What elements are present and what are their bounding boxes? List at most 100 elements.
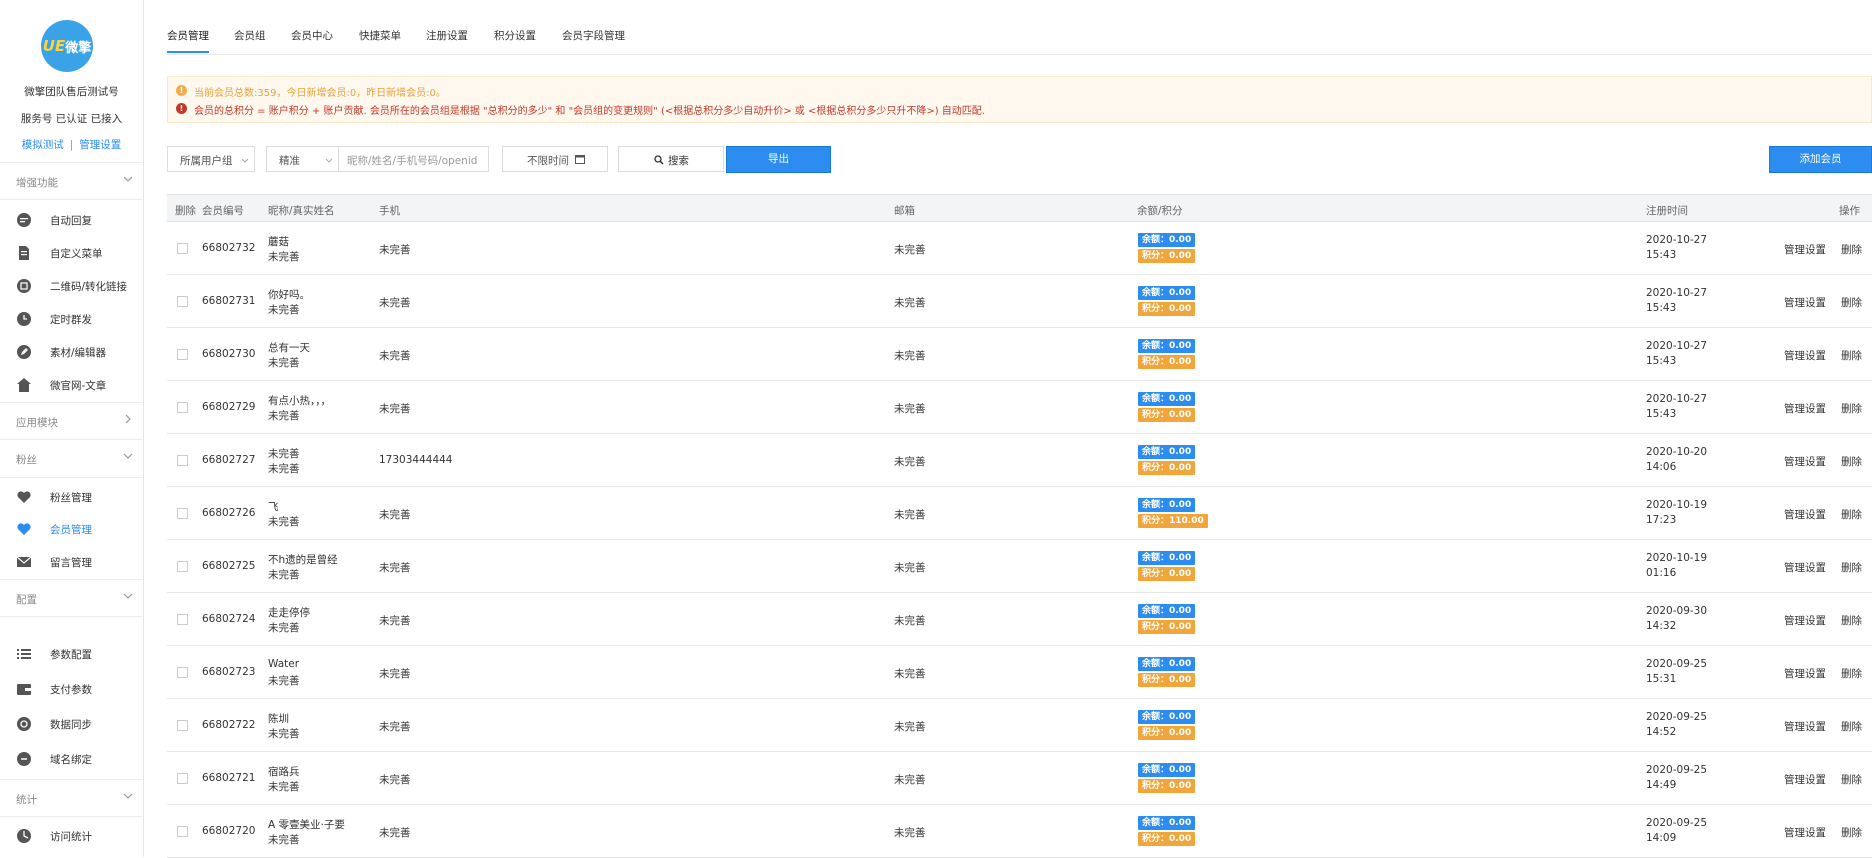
row-checkbox[interactable] (177, 296, 188, 307)
delete-link[interactable]: 删除 (1841, 401, 1862, 416)
delete-link[interactable]: 删除 (1841, 825, 1862, 840)
credit-badge: 积分：0.00 (1138, 779, 1196, 793)
tab-member-group[interactable]: 会员组 (234, 28, 266, 43)
row-checkbox[interactable] (177, 349, 188, 360)
member-uid: 66802720 (202, 825, 256, 837)
delete-link[interactable]: 删除 (1841, 454, 1862, 469)
row-checkbox[interactable] (177, 402, 188, 413)
member-phone: 未完善 (379, 774, 411, 786)
row-checkbox[interactable] (177, 614, 188, 625)
balance-badge: 余额：0.00 (1138, 339, 1196, 353)
search-button[interactable]: 搜索 (618, 146, 724, 172)
row-checkbox[interactable] (177, 561, 188, 572)
balance-badge: 余额：0.00 (1138, 551, 1196, 565)
delete-link[interactable]: 删除 (1841, 772, 1862, 787)
sidebar-item-qrcode[interactable]: 二维码/转化链接 (0, 270, 143, 302)
sidebar-item-visit-stats[interactable]: 访问统计 (0, 820, 143, 852)
wallet-icon (17, 684, 31, 695)
mail-icon (16, 556, 32, 567)
delete-link[interactable]: 删除 (1841, 613, 1862, 628)
add-member-button[interactable]: 添加会员 (1769, 146, 1872, 173)
member-email: 未完善 (894, 721, 926, 733)
tab-member-fields[interactable]: 会员字段管理 (562, 28, 625, 43)
manage-settings-link[interactable]: 管理设置 (1784, 348, 1826, 363)
group-select[interactable]: 所属用户组 (167, 146, 255, 172)
filter-select[interactable]: 精准 (266, 146, 339, 172)
delete-link[interactable]: 删除 (1841, 507, 1862, 522)
member-nickname: 蘑菇 (268, 236, 289, 248)
member-email: 未完善 (894, 350, 926, 362)
manage-settings-link[interactable]: 管理设置 (1784, 242, 1826, 257)
manage-settings-link[interactable]: 管理设置 (1784, 666, 1826, 681)
row-checkbox[interactable] (177, 773, 188, 784)
sidebar-item-materials[interactable]: 素材/编辑器 (0, 336, 143, 368)
balance-badge: 余额：0.00 (1138, 445, 1196, 459)
credit-badge: 积分：110.00 (1138, 514, 1208, 528)
sidebar-item-sync[interactable]: 数据同步 (0, 708, 143, 740)
manage-settings-link[interactable]: 管理设置 (1784, 454, 1826, 469)
row-checkbox[interactable] (177, 826, 188, 837)
sidebar-item-custom-menu[interactable]: 自定义菜单 (0, 237, 143, 269)
manage-settings-link[interactable]: 管理设置 (1784, 772, 1826, 787)
row-checkbox[interactable] (177, 243, 188, 254)
manage-settings-link[interactable]: 管理设置 (1784, 295, 1826, 310)
sidebar-item-payment[interactable]: 支付参数 (0, 673, 143, 705)
delete-link[interactable]: 删除 (1841, 295, 1862, 310)
tab-quick-menu[interactable]: 快捷菜单 (359, 28, 401, 43)
member-uid: 66802732 (202, 242, 256, 254)
member-nickname: 宿路兵 (268, 766, 300, 778)
notice-member-count: 当前会员总数:359，今日新增会员:0，昨日新增会员:0。 (194, 88, 446, 99)
chevron-down-icon (123, 453, 133, 459)
time-select[interactable]: 不限时间 (502, 146, 608, 172)
sidebar-item-scheduled-send[interactable]: 定时群发 (0, 303, 143, 335)
section-config[interactable]: 配置 (0, 579, 143, 617)
search-input[interactable]: 昵称/姓名/手机号码/openid (338, 146, 489, 172)
sidebar-item-fans-manage[interactable]: 粉丝管理 (0, 481, 143, 513)
row-checkbox[interactable] (177, 720, 188, 731)
tab-credit-settings[interactable]: 积分设置 (494, 28, 536, 43)
row-checkbox[interactable] (177, 455, 188, 466)
delete-link[interactable]: 删除 (1841, 348, 1862, 363)
table-row: 66802726 飞未完善 未完善 未完善 余额：0.00 积分：110.00 2020-1… (167, 487, 1872, 540)
register-date: 2020-10-19 (1646, 499, 1708, 511)
manage-settings-link[interactable]: 管理设置 (1784, 613, 1826, 628)
section-apps[interactable]: 应用模块 (0, 402, 143, 440)
sidebar-item-website[interactable]: 微官网-文章 (0, 369, 143, 401)
sidebar-item-params[interactable]: 参数配置 (0, 638, 143, 670)
balance-badge: 余额：0.00 (1138, 763, 1196, 777)
tab-member-center[interactable]: 会员中心 (291, 28, 333, 43)
section-title: 统计 (16, 794, 37, 806)
sidebar-item-member-manage[interactable]: 会员管理 (0, 513, 143, 545)
sidebar: UE 微擎 微擎团队售后测试号 服务号 已认证 已接入 模拟测试 | 管理设置 增强功… (0, 0, 144, 857)
delete-link[interactable]: 删除 (1841, 560, 1862, 575)
tab-register-settings[interactable]: 注册设置 (426, 28, 468, 43)
manage-settings-link[interactable]: 管理设置 (1784, 507, 1826, 522)
col-regtime: 注册时间 (1646, 205, 1688, 217)
simulate-test-link[interactable]: 模拟测试 (22, 139, 64, 151)
row-checkbox[interactable] (177, 508, 188, 519)
sidebar-item-domain[interactable]: 域名绑定 (0, 743, 143, 775)
member-phone: 17303444444 (379, 454, 453, 466)
register-date: 2020-10-27 (1646, 234, 1708, 246)
register-time: 14:06 (1646, 461, 1677, 473)
manage-settings-link[interactable]: 管理设置 (79, 139, 121, 151)
manage-settings-link[interactable]: 管理设置 (1784, 825, 1826, 840)
member-realname: 未完善 (268, 728, 300, 740)
delete-link[interactable]: 删除 (1841, 719, 1862, 734)
row-checkbox[interactable] (177, 667, 188, 678)
register-date: 2020-09-25 (1646, 764, 1708, 776)
manage-settings-link[interactable]: 管理设置 (1784, 719, 1826, 734)
sidebar-item-messages[interactable]: 留言管理 (0, 546, 143, 578)
section-enhance[interactable]: 增强功能 (0, 162, 143, 200)
section-fans[interactable]: 粉丝 (0, 440, 143, 478)
manage-settings-link[interactable]: 管理设置 (1784, 401, 1826, 416)
manage-settings-link[interactable]: 管理设置 (1784, 560, 1826, 575)
delete-link[interactable]: 删除 (1841, 666, 1862, 681)
delete-link[interactable]: 删除 (1841, 242, 1862, 257)
member-uid: 66802723 (202, 666, 256, 678)
sidebar-item-auto-reply[interactable]: 自动回复 (0, 204, 143, 236)
export-button[interactable]: 导出 (726, 146, 831, 173)
tab-member-manage[interactable]: 会员管理 (167, 28, 209, 53)
member-realname: 未完善 (268, 516, 300, 528)
section-stats[interactable]: 统计 (0, 779, 143, 817)
